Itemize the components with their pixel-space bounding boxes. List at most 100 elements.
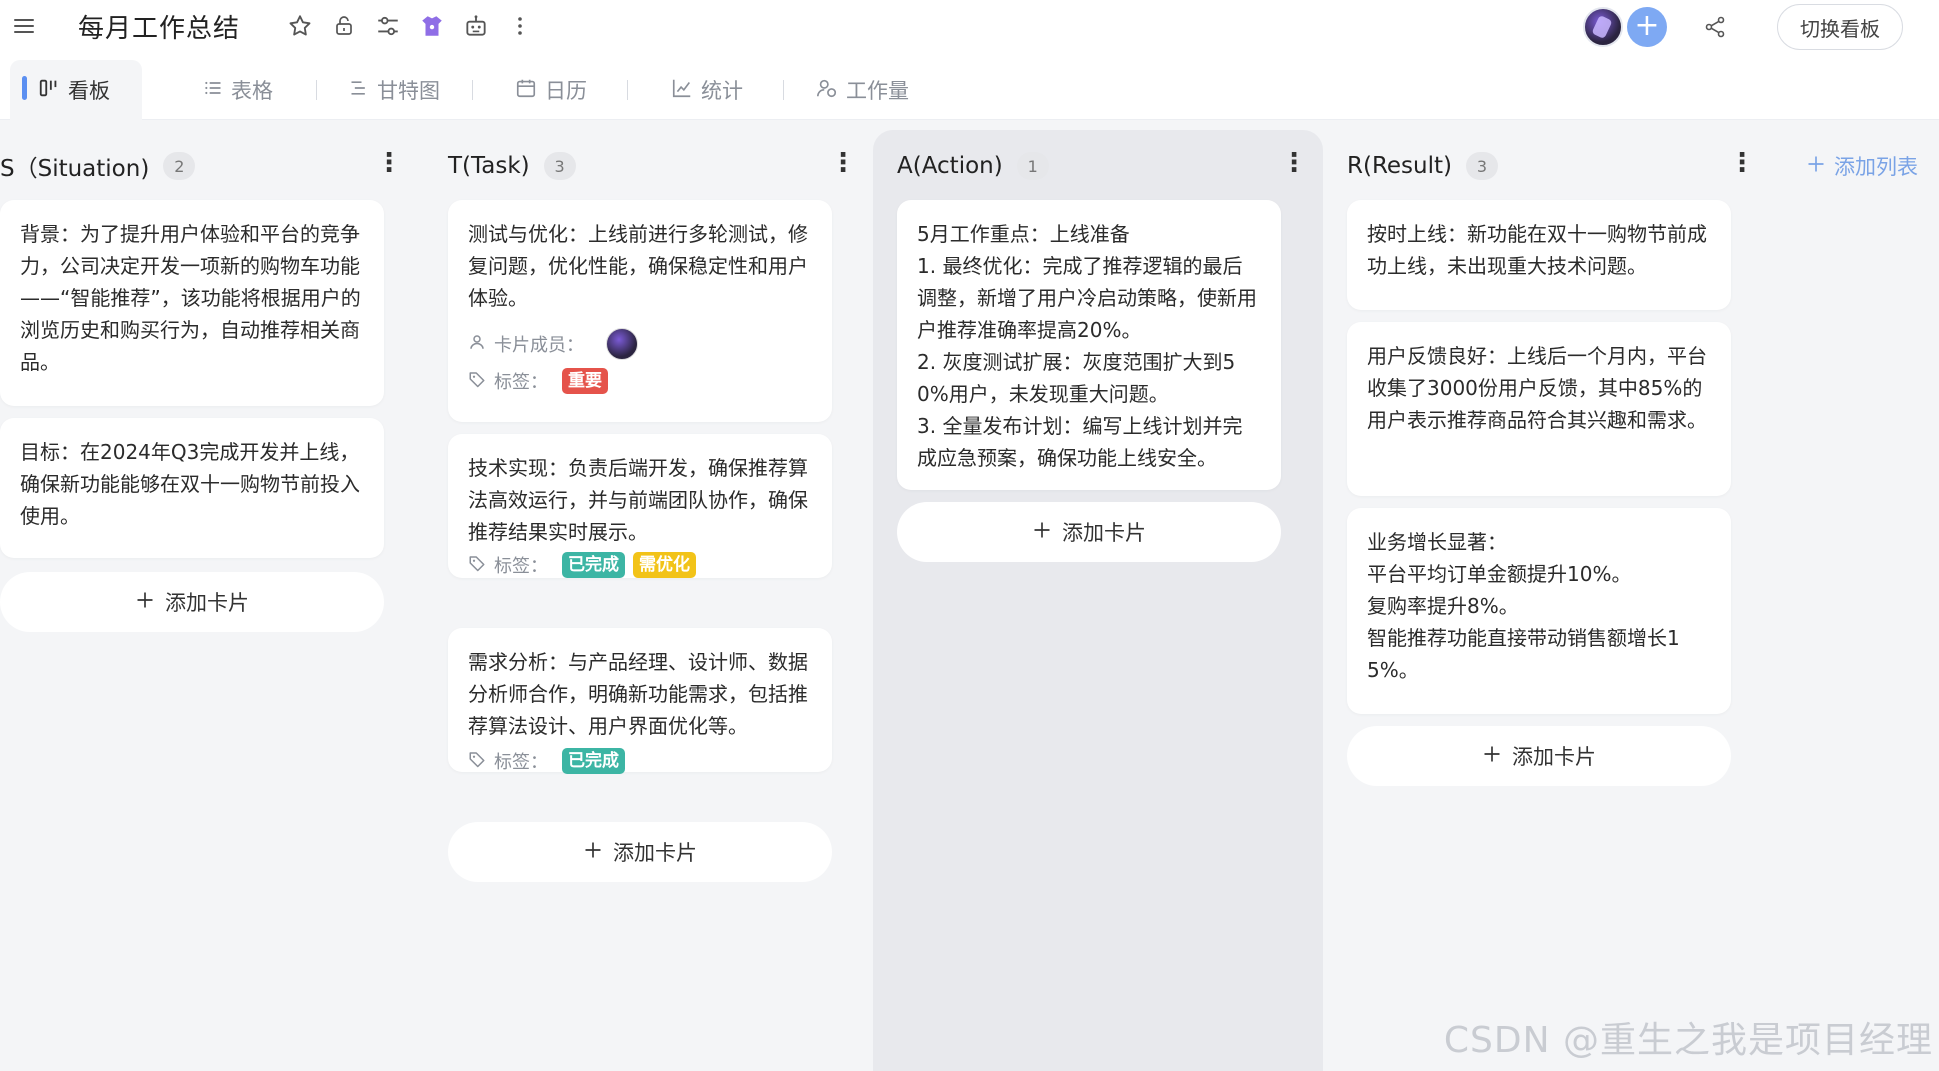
tag-icon bbox=[468, 554, 486, 577]
card[interactable]: 背景：为了提升用户体验和平台的竞争力，公司决定开发一项新的购物车功能——“智能推… bbox=[0, 200, 384, 406]
column-count-badge: 3 bbox=[543, 152, 576, 180]
add-card-label: 添加卡片 bbox=[613, 841, 697, 865]
card-text: 5月工作重点：上线准备 1. 最终优化：完成了推荐逻辑的最后调整，新增了用户冷启… bbox=[917, 222, 1257, 470]
add-card-button[interactable]: 添加卡片 bbox=[0, 572, 384, 632]
tab-calendar[interactable]: 日历 bbox=[515, 60, 587, 120]
column-header: A(Action) 1 bbox=[897, 146, 1049, 186]
lock-icon[interactable] bbox=[326, 8, 362, 44]
right-actions: + 切换看板 bbox=[1583, 4, 1903, 50]
card-text: 业务增长显著： 平台平均订单金额提升10%。 复购率提升8%。 智能推荐功能直接… bbox=[1367, 530, 1680, 682]
avatar[interactable] bbox=[1583, 7, 1623, 47]
tag-completed[interactable]: 已完成 bbox=[562, 748, 625, 774]
column-more-icon[interactable]: ⋮ bbox=[830, 148, 856, 178]
add-card-button[interactable]: 添加卡片 bbox=[448, 822, 832, 882]
plus-icon bbox=[1806, 154, 1826, 179]
tab-kanban[interactable]: 看板 bbox=[10, 60, 142, 120]
column-header: S（Situation) 2 bbox=[0, 146, 196, 186]
column-action: A(Action) 1 ⋮ 5月工作重点：上线准备 1. 最终优化：完成了推荐逻… bbox=[873, 130, 1323, 1071]
tags-label: 标签： bbox=[494, 752, 548, 773]
tag-important[interactable]: 重要 bbox=[562, 368, 608, 394]
tab-workload[interactable]: 工作量 bbox=[816, 60, 909, 120]
tab-statistics[interactable]: 统计 bbox=[671, 60, 743, 120]
column-count-badge: 2 bbox=[163, 152, 196, 180]
star-icon[interactable] bbox=[282, 8, 318, 44]
tab-label: 工作量 bbox=[846, 79, 909, 103]
tab-label: 日历 bbox=[545, 79, 587, 103]
more-vertical-icon[interactable] bbox=[502, 8, 538, 44]
add-card-button[interactable]: 添加卡片 bbox=[897, 502, 1281, 562]
kanban-board: S（Situation) 2 ⋮ 背景：为了提升用户体验和平台的竞争力，公司决定… bbox=[0, 120, 1939, 1071]
members-label: 卡片成员： bbox=[494, 335, 584, 356]
tags-label: 标签： bbox=[494, 556, 548, 577]
tab-divider bbox=[627, 80, 628, 100]
card-text: 测试与优化：上线前进行多轮测试，修复问题，优化性能，确保稳定性和用户体验。 bbox=[468, 222, 808, 310]
card-text: 技术实现：负责后端开发，确保推荐算法高效运行，并与前端团队协作，确保推荐结果实时… bbox=[468, 456, 808, 544]
top-bar: 每月工作总结 + 切换看板 bbox=[0, 0, 1939, 52]
add-card-label: 添加卡片 bbox=[1062, 521, 1146, 545]
add-card-label: 添加卡片 bbox=[165, 591, 249, 615]
tab-divider bbox=[316, 80, 317, 100]
column-count-badge: 1 bbox=[1016, 152, 1049, 180]
tab-label: 表格 bbox=[231, 79, 273, 103]
settings-sliders-icon[interactable] bbox=[370, 8, 406, 44]
theme-shirt-icon[interactable] bbox=[414, 8, 450, 44]
plus-icon bbox=[135, 590, 155, 615]
plus-icon bbox=[1032, 520, 1052, 545]
card[interactable]: 业务增长显著： 平台平均订单金额提升10%。 复购率提升8%。 智能推荐功能直接… bbox=[1347, 508, 1731, 714]
card[interactable]: 按时上线：新功能在双十一购物节前成功上线，未出现重大技术问题。 bbox=[1347, 200, 1731, 310]
tag-needs-optimization[interactable]: 需优化 bbox=[633, 552, 696, 578]
plus-icon bbox=[583, 840, 603, 865]
card-tags: 标签： 已完成 bbox=[468, 748, 812, 774]
card-text: 需求分析：与产品经理、设计师、数据分析师合作，明确新功能需求，包括推荐算法设计、… bbox=[468, 650, 808, 738]
robot-icon[interactable] bbox=[458, 8, 494, 44]
tag-completed[interactable]: 已完成 bbox=[562, 552, 625, 578]
column-result: R(Result) 3 ⋮ 按时上线：新功能在双十一购物节前成功上线，未出现重大… bbox=[1325, 130, 1755, 1071]
menu-icon[interactable] bbox=[6, 8, 42, 44]
tab-label: 看板 bbox=[68, 79, 110, 103]
add-member-button[interactable]: + bbox=[1627, 7, 1667, 47]
user-icon bbox=[468, 333, 486, 356]
add-list-label: 添加列表 bbox=[1834, 155, 1918, 179]
column-header: T(Task) 3 bbox=[448, 146, 576, 186]
title-actions bbox=[282, 8, 538, 44]
card-text: 背景：为了提升用户体验和平台的竞争力，公司决定开发一项新的购物车功能——“智能推… bbox=[20, 222, 361, 374]
board-title: 每月工作总结 bbox=[78, 14, 241, 44]
gantt-icon bbox=[349, 78, 369, 103]
card-tags: 标签： 已完成 需优化 bbox=[468, 552, 812, 578]
tab-divider bbox=[472, 80, 473, 100]
card[interactable]: 测试与优化：上线前进行多轮测试，修复问题，优化性能，确保稳定性和用户体验。 卡片… bbox=[448, 200, 832, 422]
view-tabs: 看板 表格 甘特图 日历 统计 工作量 bbox=[0, 52, 1939, 120]
card[interactable]: 5月工作重点：上线准备 1. 最终优化：完成了推荐逻辑的最后调整，新增了用户冷启… bbox=[897, 200, 1281, 490]
plus-icon bbox=[1482, 744, 1502, 769]
tag-icon bbox=[468, 750, 486, 773]
chart-icon bbox=[671, 77, 693, 104]
card[interactable]: 需求分析：与产品经理、设计师、数据分析师合作，明确新功能需求，包括推荐算法设计、… bbox=[448, 628, 832, 774]
add-card-label: 添加卡片 bbox=[1512, 745, 1596, 769]
member-avatar[interactable] bbox=[606, 328, 638, 360]
add-list-button[interactable]: 添加列表 bbox=[1806, 146, 1918, 186]
tab-table[interactable]: 表格 bbox=[203, 60, 273, 120]
share-icon[interactable] bbox=[1697, 9, 1733, 45]
card-text: 用户反馈良好：上线后一个月内，平台收集了3000份用户反馈，其中85%的用户表示… bbox=[1367, 344, 1707, 432]
card-text: 目标：在2024年Q3完成开发并上线，确保新功能能够在双十一购物节前投入使用。 bbox=[20, 440, 360, 528]
card[interactable]: 技术实现：负责后端开发，确保推荐算法高效运行，并与前端团队协作，确保推荐结果实时… bbox=[448, 434, 832, 578]
column-more-icon[interactable]: ⋮ bbox=[1281, 148, 1307, 178]
column-title: A(Action) bbox=[897, 153, 1003, 179]
card[interactable]: 目标：在2024年Q3完成开发并上线，确保新功能能够在双十一购物节前投入使用。 bbox=[0, 418, 384, 558]
add-card-button[interactable]: 添加卡片 bbox=[1347, 726, 1731, 786]
card-text: 按时上线：新功能在双十一购物节前成功上线，未出现重大技术问题。 bbox=[1367, 222, 1707, 278]
card-tags: 标签： 重要 bbox=[468, 368, 812, 394]
column-more-icon[interactable]: ⋮ bbox=[1729, 148, 1755, 178]
tab-label: 统计 bbox=[701, 79, 743, 103]
column-task: T(Task) 3 ⋮ 测试与优化：上线前进行多轮测试，修复问题，优化性能，确保… bbox=[428, 130, 858, 1071]
column-more-icon[interactable]: ⋮ bbox=[376, 148, 402, 178]
tab-label: 甘特图 bbox=[377, 79, 440, 103]
kanban-icon bbox=[38, 77, 60, 104]
switch-board-button[interactable]: 切换看板 bbox=[1777, 4, 1903, 50]
column-situation: S（Situation) 2 ⋮ 背景：为了提升用户体验和平台的竞争力，公司决定… bbox=[0, 130, 430, 1071]
card[interactable]: 用户反馈良好：上线后一个月内，平台收集了3000份用户反馈，其中85%的用户表示… bbox=[1347, 322, 1731, 496]
tab-divider bbox=[783, 80, 784, 100]
column-title: R(Result) bbox=[1347, 153, 1452, 179]
tab-gantt[interactable]: 甘特图 bbox=[349, 60, 440, 120]
column-title: S（Situation) bbox=[0, 156, 150, 182]
